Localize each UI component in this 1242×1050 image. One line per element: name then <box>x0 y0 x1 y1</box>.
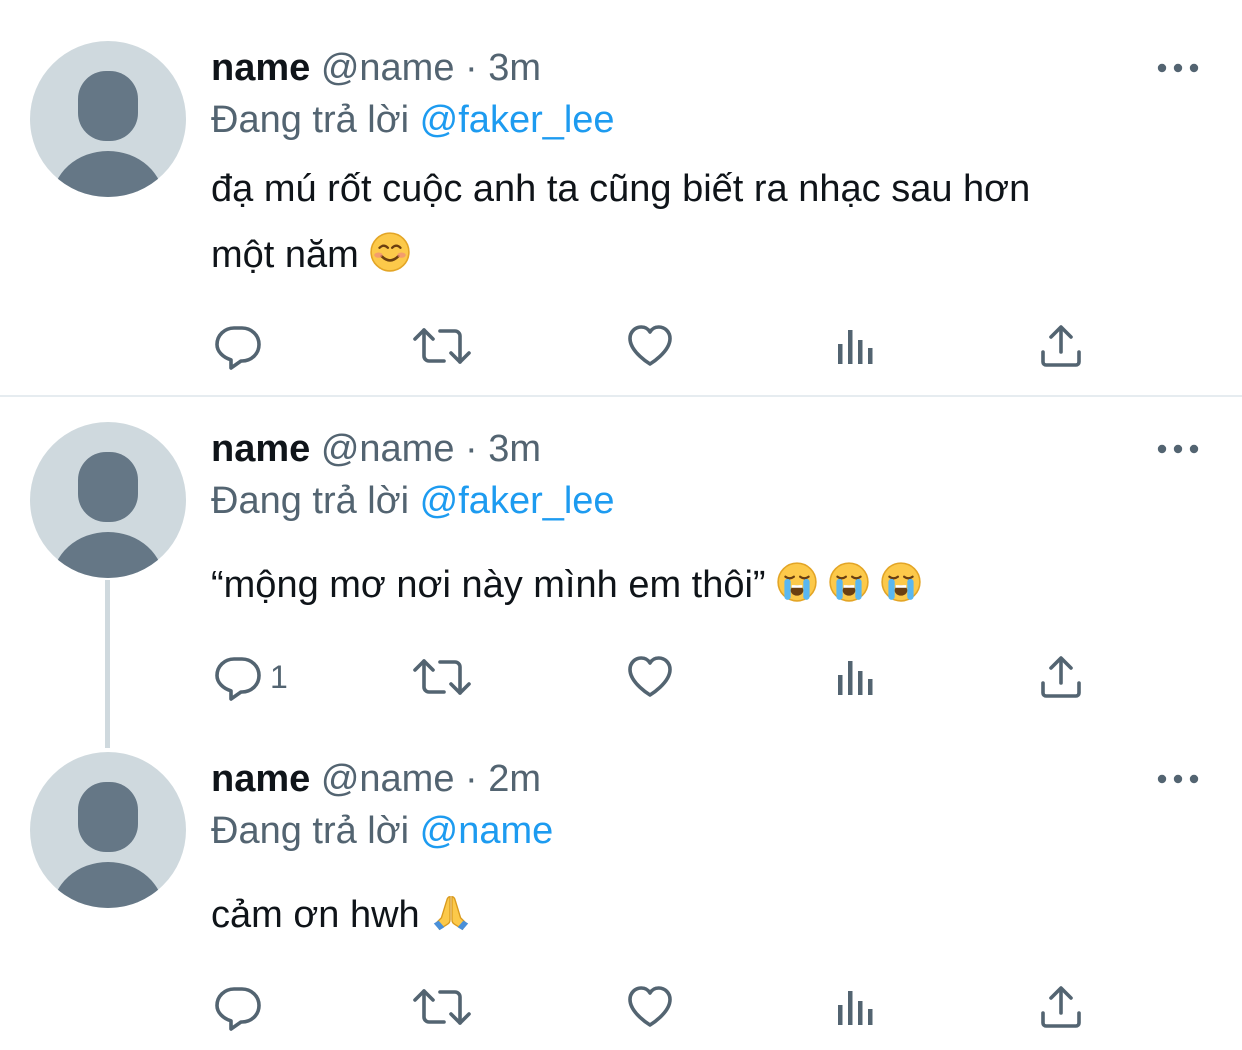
tweet-text: “mộng mơ nơi này mình em thôi” <box>211 552 1201 618</box>
crying-face-emoji <box>880 561 922 603</box>
share-button[interactable] <box>1039 316 1083 376</box>
timestamp[interactable]: 3m <box>488 47 541 89</box>
action-bar: 1 <box>0 647 1242 707</box>
retweet-button[interactable] <box>412 316 472 376</box>
share-button[interactable] <box>1039 977 1083 1037</box>
user-handle[interactable]: @name <box>321 47 455 89</box>
replying-prefix: Đang trả lời <box>211 810 410 852</box>
folded-hands-emoji <box>430 891 472 933</box>
tweet[interactable]: name @name · 3m Đang trả lời @faker_lee … <box>0 397 1242 727</box>
tweet-text-fragment: “mộng mơ nơi này mình em thôi” <box>211 564 766 606</box>
tweet-text-fragment: một năm <box>211 234 359 276</box>
more-icon[interactable] <box>1156 434 1200 464</box>
tweet-text-fragment: cảm ơn hwh <box>211 894 420 936</box>
timestamp[interactable]: 3m <box>488 428 541 470</box>
separator: · <box>465 758 478 800</box>
views-button[interactable] <box>834 647 878 707</box>
mention-link[interactable]: @faker_lee <box>420 480 615 522</box>
share-icon <box>1039 985 1083 1029</box>
avatar[interactable] <box>30 41 186 197</box>
display-name[interactable]: name <box>211 758 310 800</box>
display-name[interactable]: name <box>211 428 310 470</box>
action-bar <box>0 977 1242 1037</box>
tweet-text-line: đạ mú rốt cuộc anh ta cũng biết ra nhạc … <box>211 168 1031 210</box>
reply-button[interactable] <box>214 316 262 376</box>
analytics-icon <box>834 985 878 1029</box>
heart-icon <box>626 322 674 370</box>
reply-icon <box>214 983 262 1031</box>
tweet-header: name @name · 2m <box>211 756 541 802</box>
tweet-text: cảm ơn hwh <box>211 882 1201 948</box>
reply-icon <box>214 322 262 370</box>
analytics-icon <box>834 324 878 368</box>
action-bar <box>0 316 1242 376</box>
crying-face-emoji <box>828 561 870 603</box>
replying-prefix: Đang trả lời <box>211 99 410 141</box>
share-icon <box>1039 655 1083 699</box>
display-name[interactable]: name <box>211 47 310 89</box>
mention-link[interactable]: @faker_lee <box>420 99 615 141</box>
tweet[interactable]: name @name · 2m Đang trả lời @name cảm ơ… <box>0 727 1242 1050</box>
heart-icon <box>626 653 674 701</box>
more-icon[interactable] <box>1156 53 1200 83</box>
smiling-face-emoji <box>369 231 411 273</box>
replying-to: Đang trả lời @faker_lee <box>211 478 615 524</box>
retweet-icon <box>412 653 472 701</box>
reply-button[interactable]: 1 <box>214 647 288 707</box>
share-icon <box>1039 324 1083 368</box>
crying-face-emoji <box>776 561 818 603</box>
replying-prefix: Đang trả lời <box>211 480 410 522</box>
avatar[interactable] <box>30 422 186 578</box>
more-icon[interactable] <box>1156 764 1200 794</box>
share-button[interactable] <box>1039 647 1083 707</box>
retweet-icon <box>412 322 472 370</box>
separator: · <box>465 47 478 89</box>
separator: · <box>465 428 478 470</box>
reply-button[interactable] <box>214 977 262 1037</box>
tweet-text-line: một năm <box>211 222 1201 288</box>
reply-count: 1 <box>270 658 288 695</box>
retweet-button[interactable] <box>412 647 472 707</box>
views-button[interactable] <box>834 316 878 376</box>
user-handle[interactable]: @name <box>321 758 455 800</box>
heart-icon <box>626 983 674 1031</box>
retweet-button[interactable] <box>412 977 472 1037</box>
tweet-header: name @name · 3m <box>211 426 541 472</box>
user-handle[interactable]: @name <box>321 428 455 470</box>
avatar[interactable] <box>30 752 186 908</box>
like-button[interactable] <box>626 647 674 707</box>
analytics-icon <box>834 655 878 699</box>
like-button[interactable] <box>626 977 674 1037</box>
tweet[interactable]: name @name · 3m Đang trả lời @faker_lee … <box>0 0 1242 395</box>
reply-icon <box>214 653 262 701</box>
retweet-icon <box>412 983 472 1031</box>
views-button[interactable] <box>834 977 878 1037</box>
timestamp[interactable]: 2m <box>488 758 541 800</box>
replying-to: Đang trả lời @name <box>211 808 553 854</box>
tweet-text: đạ mú rốt cuộc anh ta cũng biết ra nhạc … <box>211 156 1201 288</box>
tweet-header: name @name · 3m <box>211 45 541 91</box>
replying-to: Đang trả lời @faker_lee <box>211 97 615 143</box>
mention-link[interactable]: @name <box>420 810 554 852</box>
like-button[interactable] <box>626 316 674 376</box>
